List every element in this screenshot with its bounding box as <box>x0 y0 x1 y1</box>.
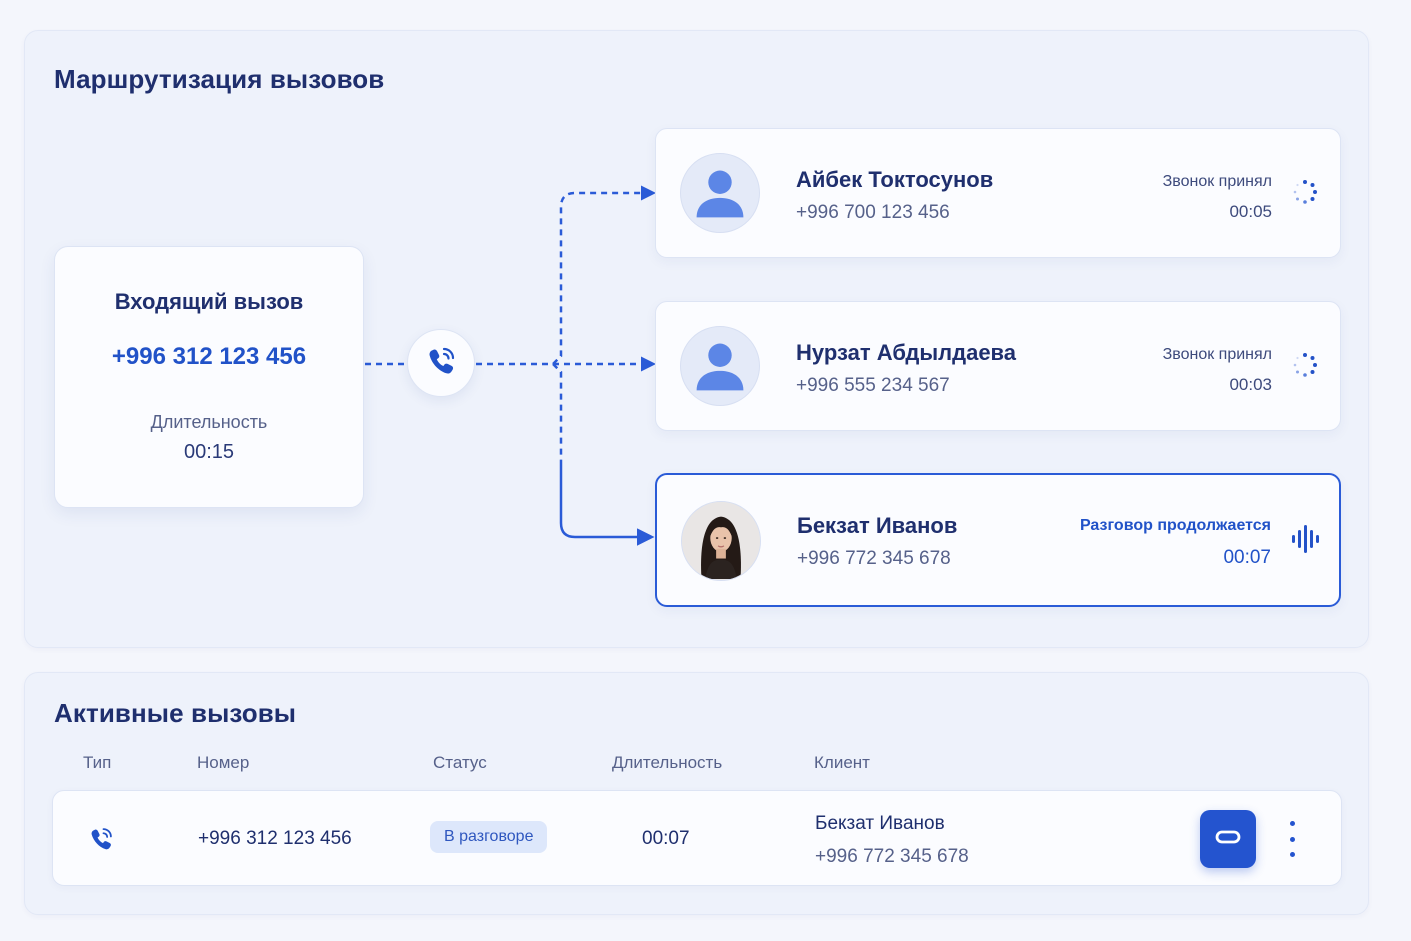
agent-card-aibek[interactable]: Айбек Токтосунов +996 700 123 456 Звонок… <box>655 128 1341 258</box>
agent-status: Звонок принял <box>1162 346 1272 363</box>
column-client: Клиент <box>814 753 870 772</box>
column-status: Статус <box>433 753 487 772</box>
incoming-call-card[interactable]: Входящий вызов +996 312 123 456 Длительн… <box>54 246 364 508</box>
active-calls-title: Активные вызовы <box>54 698 297 728</box>
incoming-duration: 00:15 <box>183 441 235 463</box>
connector-agent-3-dashed <box>552 363 563 461</box>
active-calls-panel: Активные вызовы Тип Номер Статус Длитель… <box>24 672 1369 915</box>
call-number: +996 312 123 456 <box>198 828 352 849</box>
incoming-duration-label: Длительность <box>150 412 268 432</box>
agent-name: Нурзат Абдылдаева <box>796 340 1017 365</box>
loading-spinner-icon <box>1292 179 1318 210</box>
agent-phone: +996 772 345 678 <box>797 548 951 569</box>
incoming-phone: +996 312 123 456 <box>111 343 307 370</box>
agent-status: Разговор продолжается <box>1079 517 1271 534</box>
agent-phone: +996 700 123 456 <box>796 202 950 223</box>
user-photo <box>681 501 761 581</box>
agent-name: Айбек Токтосунов <box>796 167 994 192</box>
agent-card-bekzat[interactable]: Бекзат Иванов +996 772 345 678 Разговор … <box>655 473 1341 607</box>
agent-time: 00:03 <box>1229 375 1272 394</box>
status-badge: В разговоре <box>430 821 548 853</box>
agent-status: Звонок принял <box>1162 173 1272 190</box>
audio-wave-icon <box>1291 525 1321 558</box>
hangup-icon <box>1215 830 1241 849</box>
phone-ringing-icon <box>424 344 458 383</box>
incoming-title: Входящий вызов <box>114 289 304 314</box>
call-routing-panel: Маршрутизация вызовов Входящий вызов +99… <box>24 30 1369 648</box>
phone-hub <box>407 329 475 397</box>
agent-time: 00:05 <box>1229 202 1272 221</box>
column-duration: Длительность <box>612 753 723 772</box>
column-type: Тип <box>83 753 112 772</box>
connector-agent-1 <box>552 185 656 365</box>
agent-time: 00:07 <box>1223 547 1271 568</box>
agent-card-nurzat[interactable]: Нурзат Абдылдаева +996 555 234 567 Звоно… <box>655 301 1341 431</box>
phone-ringing-icon <box>87 825 115 859</box>
call-duration: 00:07 <box>642 828 690 849</box>
agent-phone: +996 555 234 567 <box>796 375 950 396</box>
hangup-button[interactable] <box>1200 810 1256 868</box>
column-number: Номер <box>197 753 250 772</box>
client-name: Бекзат Иванов <box>815 813 945 834</box>
more-vertical-icon[interactable] <box>1285 821 1299 857</box>
client-phone: +996 772 345 678 <box>815 846 969 867</box>
connector-agent-3-solid <box>559 461 655 546</box>
table-row[interactable]: +996 312 123 456 В разговоре 00:07 Бекза… <box>52 790 1342 886</box>
user-placeholder-icon <box>680 153 760 233</box>
routing-title: Маршрутизация вызовов <box>54 64 385 94</box>
agent-name: Бекзат Иванов <box>797 513 958 538</box>
loading-spinner-icon <box>1292 352 1318 383</box>
user-placeholder-icon <box>680 326 760 406</box>
